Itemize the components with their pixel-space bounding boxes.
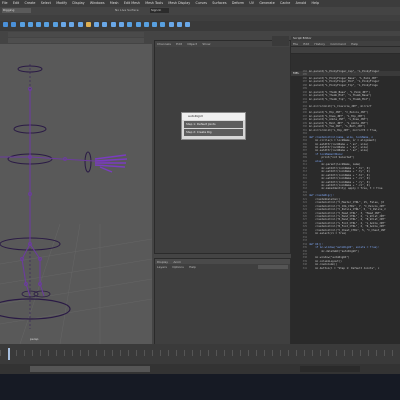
channel-box-panel: Channels Edit Object Show <box>154 40 291 254</box>
ground-grid <box>0 223 152 344</box>
hand-ctrl-circle[interactable] <box>84 151 92 173</box>
menu-windows[interactable]: Windows <box>90 1 105 5</box>
se-command-menu[interactable]: Command <box>330 42 345 47</box>
persp-viewport[interactable]: persp <box>0 44 152 344</box>
se-help-menu[interactable]: Help <box>351 42 358 47</box>
skeleton-scene: persp <box>0 64 152 344</box>
mode-selector[interactable]: Rigging <box>2 8 31 13</box>
bridge-icon[interactable] <box>85 22 91 27</box>
hand-fingers[interactable] <box>94 154 128 173</box>
mirror-icon[interactable] <box>118 22 124 27</box>
step1-default-joints-button[interactable]: Step 1: Default Joints <box>184 121 243 128</box>
viewport-menu[interactable] <box>8 32 144 37</box>
layer-editor-panel: Display Anim Layers Options Help <box>154 258 291 346</box>
object-menu[interactable]: Object <box>187 41 197 47</box>
extrude-icon[interactable] <box>69 22 75 27</box>
joint-icon[interactable] <box>127 22 133 27</box>
menu-edit-mesh[interactable]: Edit Mesh <box>124 1 140 5</box>
layer-buttons[interactable] <box>258 265 288 269</box>
show-menu[interactable]: Show <box>202 41 210 47</box>
skeleton-joints[interactable] <box>20 87 67 286</box>
se-history-menu[interactable]: History <box>314 42 325 47</box>
render-settings-icon[interactable] <box>185 22 191 27</box>
menu-deform[interactable]: Deform <box>232 1 244 5</box>
cube-icon[interactable] <box>27 22 33 27</box>
channels-menu[interactable]: Channels <box>157 41 171 47</box>
menu-select[interactable]: Select <box>41 1 51 5</box>
bind-skin-icon[interactable] <box>143 22 149 27</box>
se-edit-menu[interactable]: Edit <box>303 42 309 47</box>
menu-arnold[interactable]: Arnold <box>296 1 307 5</box>
render-icon[interactable] <box>168 22 174 27</box>
combine-icon[interactable] <box>94 22 100 27</box>
desktop-background <box>0 374 400 400</box>
right-foot-ctrl[interactable] <box>33 290 51 298</box>
menu-bar: File Edit Create Select Modify Display W… <box>0 0 400 7</box>
torus-icon[interactable] <box>60 22 66 27</box>
menu-modify[interactable]: Modify <box>56 1 67 5</box>
menu-cache[interactable]: Cache <box>280 1 290 5</box>
sign-in-button[interactable]: Sign In <box>150 8 169 13</box>
master-ctrl-circle[interactable] <box>0 298 71 320</box>
panel-corner-icons[interactable] <box>272 36 289 46</box>
constraint-icon[interactable] <box>160 22 166 27</box>
menu-file[interactable]: File <box>2 1 8 5</box>
edit-menu[interactable]: Edit <box>176 41 182 47</box>
menu-create[interactable]: Create <box>24 1 35 5</box>
cylinder-icon[interactable] <box>36 22 42 27</box>
line-number: 341 <box>302 266 307 270</box>
autorig-dialog: autoRigUI Step 1: Default Joints Step 2:… <box>181 112 246 140</box>
script-editor-toolbar[interactable] <box>291 47 400 53</box>
shelf <box>0 15 400 31</box>
time-slider[interactable] <box>0 344 400 364</box>
script-editor-menu: File Edit History Command Help <box>291 41 400 46</box>
script-code-area[interactable]: mc.parent("L_PinkyFinger_Cup", "L_PinkyF… <box>309 70 397 340</box>
separate-icon[interactable] <box>102 22 108 27</box>
live-surface-field[interactable]: No Live Surface <box>115 8 155 13</box>
range-handle[interactable] <box>30 366 150 372</box>
current-time-marker[interactable] <box>8 348 10 360</box>
ik-handle-icon[interactable] <box>135 22 141 27</box>
options-menu[interactable]: Options <box>172 265 184 270</box>
plane-icon[interactable] <box>52 22 58 27</box>
help-menu[interactable]: Help <box>189 265 196 270</box>
menu-curves[interactable]: Curves <box>196 1 207 5</box>
menu-mesh-tools[interactable]: Mesh Tools <box>145 1 163 5</box>
menu-generate[interactable]: Generate <box>259 1 274 5</box>
script-history-output[interactable] <box>291 54 400 71</box>
curve-tool-icon[interactable] <box>3 22 8 27</box>
sphere-icon[interactable] <box>19 22 25 27</box>
line-numbers: 284 285 286 287 288 289 290 291 292 293 294 295 296 2… <box>293 70 307 340</box>
step2-create-rig-button[interactable]: Step 2: Create Rig <box>184 129 243 136</box>
se-file-menu[interactable]: File <box>293 42 298 47</box>
channel-box-menu: Channels Edit Object Show <box>155 41 290 47</box>
menu-surfaces[interactable]: Surfaces <box>212 1 226 5</box>
code-line[interactable]: mc.button(l = "Step 1: Default Joints", … <box>309 267 397 270</box>
menu-mesh[interactable]: Mesh <box>110 1 119 5</box>
viewport-toolbar <box>0 31 152 44</box>
bevel-icon[interactable] <box>77 22 83 27</box>
smooth-icon[interactable] <box>110 22 116 27</box>
timeline-ticks <box>0 350 400 356</box>
menu-display[interactable]: Display <box>72 1 84 5</box>
ipr-render-icon[interactable] <box>176 22 182 27</box>
cv-curve-icon[interactable] <box>11 22 17 27</box>
skeleton-bones <box>0 89 111 297</box>
cone-icon[interactable] <box>44 22 50 27</box>
menu-mesh-display[interactable]: Mesh Display <box>168 1 190 5</box>
layers-menu[interactable]: Layers <box>157 265 167 270</box>
menu-help[interactable]: Help <box>312 1 320 5</box>
playback-controls[interactable] <box>300 366 360 372</box>
viewport-camera-label: persp <box>30 337 39 341</box>
paint-weights-icon[interactable] <box>152 22 158 27</box>
menu-uv[interactable]: UV <box>249 1 254 5</box>
menu-edit[interactable]: Edit <box>13 1 19 5</box>
viewport-icon-bar[interactable] <box>8 38 144 43</box>
dialog-title: autoRigUI <box>182 113 245 120</box>
range-slider[interactable] <box>0 364 400 374</box>
